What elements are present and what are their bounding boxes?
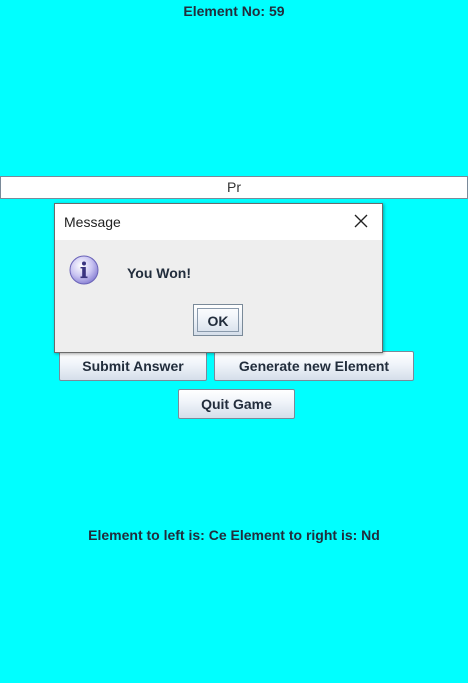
- info-icon: [68, 254, 100, 286]
- dialog-titlebar[interactable]: Message: [55, 204, 382, 240]
- message-dialog: Message You Won! OK: [54, 203, 383, 353]
- close-icon[interactable]: [349, 209, 373, 233]
- dialog-message: You Won!: [127, 265, 192, 281]
- submit-answer-button[interactable]: Submit Answer: [59, 351, 207, 381]
- element-number-label: Element No: 59: [183, 3, 285, 19]
- neighbor-elements-label: Element to left is: Ce Element to right …: [88, 527, 380, 543]
- dialog-title: Message: [64, 214, 121, 230]
- quit-game-button[interactable]: Quit Game: [178, 389, 295, 419]
- answer-input[interactable]: [0, 176, 468, 199]
- ok-button-label: OK: [197, 308, 239, 332]
- generate-new-element-button[interactable]: Generate new Element: [214, 351, 414, 381]
- ok-button[interactable]: OK: [193, 304, 243, 336]
